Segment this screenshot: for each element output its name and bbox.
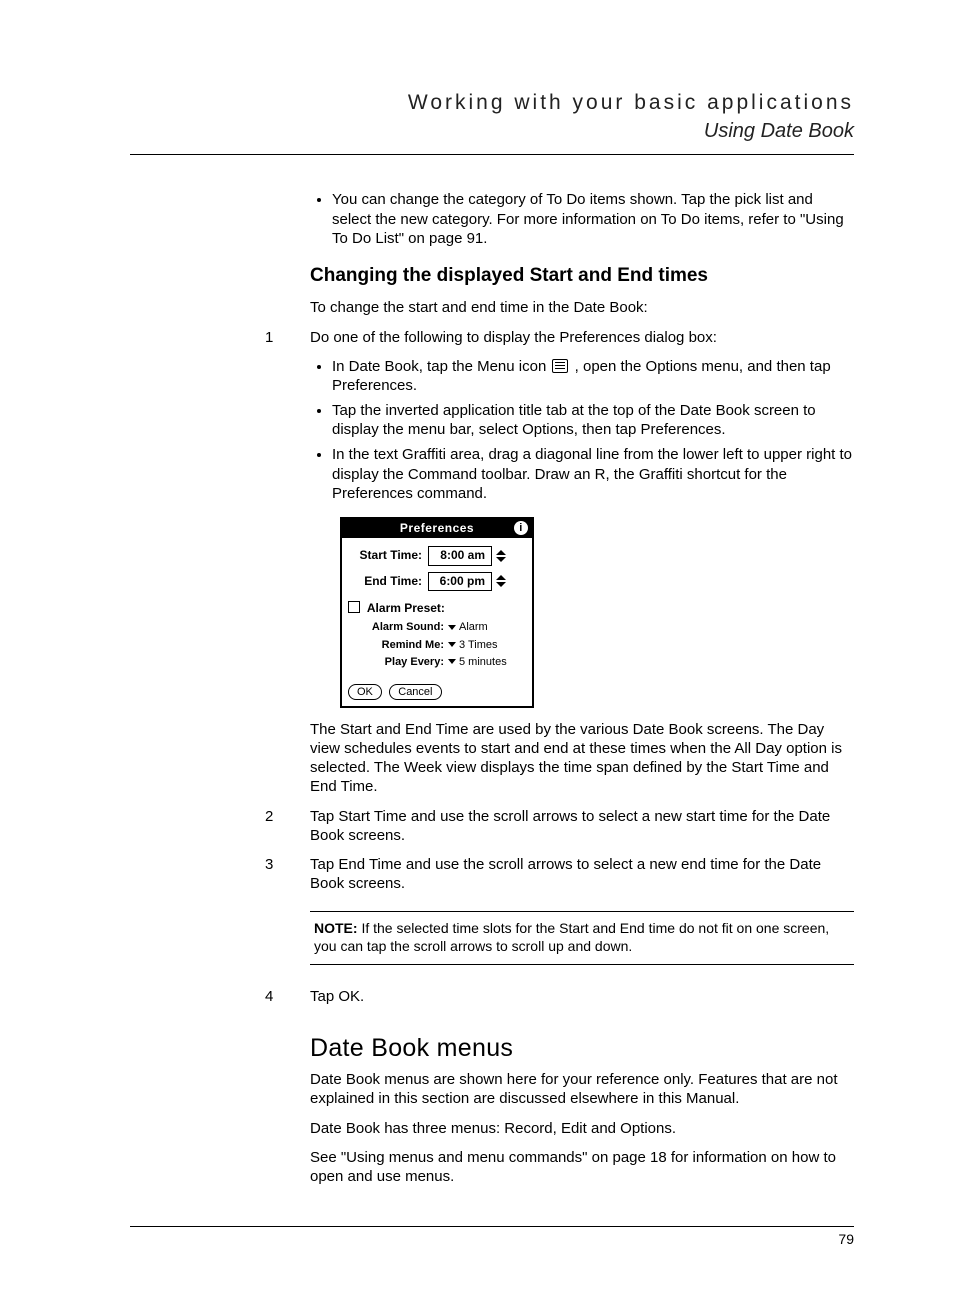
start-time-spinner[interactable]	[496, 550, 506, 562]
step-2: 2 Tap Start Time and use the scroll arro…	[310, 807, 854, 845]
step-1: 1 Do one of the following to display the…	[310, 328, 854, 347]
alarm-preset-checkbox[interactable]	[348, 601, 360, 613]
after-dialog-paragraph: The Start and End Time are used by the v…	[310, 720, 854, 797]
intro-bullet-list: You can change the category of To Do ite…	[310, 190, 854, 248]
alarm-sound-label: Alarm Sound:	[348, 620, 448, 634]
main-content: You can change the category of To Do ite…	[310, 190, 854, 1186]
remind-me-label: Remind Me:	[348, 638, 448, 652]
dialog-title: Preferences	[400, 521, 474, 535]
bullet-text-a: In Date Book, tap the Menu icon	[332, 358, 550, 375]
dropdown-icon[interactable]	[448, 642, 456, 647]
intro-bullet: You can change the category of To Do ite…	[332, 190, 854, 248]
footer-rule	[130, 1226, 854, 1227]
menus-para-2: Date Book has three menus: Record, Edit …	[310, 1119, 854, 1138]
step-text: Tap End Time and use the scroll arrows t…	[310, 856, 821, 892]
menu-icon	[552, 359, 568, 373]
note-text: If the selected time slots for the Start…	[314, 920, 829, 954]
step1-bullet-3: In the text Graffiti area, drag a diagon…	[332, 445, 854, 503]
play-every-label: Play Every:	[348, 655, 448, 669]
step-number: 4	[265, 987, 273, 1006]
page-number: 79	[130, 1231, 854, 1249]
dropdown-icon[interactable]	[448, 625, 456, 630]
header-subtitle: Using Date Book	[130, 119, 854, 145]
alarm-sound-value[interactable]: Alarm	[459, 620, 488, 634]
step1-bullets: In Date Book, tap the Menu icon , open t…	[310, 357, 854, 503]
info-icon[interactable]: i	[514, 521, 528, 535]
start-time-field[interactable]: 8:00 am	[428, 546, 492, 565]
cancel-button[interactable]: Cancel	[389, 684, 441, 700]
step-number: 1	[265, 328, 273, 347]
menus-para-1: Date Book menus are shown here for your …	[310, 1070, 854, 1108]
section-lead: To change the start and end time in the …	[310, 298, 854, 317]
header-rule	[130, 154, 854, 155]
step-text: Do one of the following to display the P…	[310, 329, 717, 346]
menus-para-3: See "Using menus and menu commands" on p…	[310, 1148, 854, 1186]
note-label: NOTE:	[314, 920, 358, 936]
section-heading-times: Changing the displayed Start and End tim…	[310, 264, 854, 288]
dialog-titlebar: Preferences i	[342, 519, 532, 538]
alarm-preset-label: Alarm Preset:	[367, 601, 445, 615]
step-3: 3 Tap End Time and use the scroll arrows…	[310, 855, 854, 893]
section-heading-menus: Date Book menus	[310, 1032, 854, 1064]
running-header: Working with your basic applications Usi…	[130, 90, 854, 144]
step1-bullet-2: Tap the inverted application title tab a…	[332, 401, 854, 439]
start-time-label: Start Time:	[348, 548, 428, 563]
chevron-down-icon[interactable]	[496, 582, 506, 587]
header-title: Working with your basic applications	[130, 90, 854, 117]
step-number: 3	[265, 855, 273, 874]
end-time-label: End Time:	[348, 574, 428, 589]
chevron-up-icon[interactable]	[496, 575, 506, 580]
step-text: Tap OK.	[310, 988, 364, 1005]
chevron-up-icon[interactable]	[496, 550, 506, 555]
play-every-value[interactable]: 5 minutes	[459, 655, 507, 669]
chevron-down-icon[interactable]	[496, 557, 506, 562]
step-number: 2	[265, 807, 273, 826]
remind-me-value[interactable]: 3 Times	[459, 638, 498, 652]
note-block: NOTE: If the selected time slots for the…	[310, 911, 854, 965]
ok-button[interactable]: OK	[348, 684, 382, 700]
end-time-field[interactable]: 6:00 pm	[428, 572, 492, 591]
step-4: 4 Tap OK.	[310, 987, 854, 1006]
step-text: Tap Start Time and use the scroll arrows…	[310, 808, 830, 844]
end-time-spinner[interactable]	[496, 575, 506, 587]
step1-bullet-1: In Date Book, tap the Menu icon , open t…	[332, 357, 854, 395]
dropdown-icon[interactable]	[448, 659, 456, 664]
preferences-dialog: Preferences i Start Time: 8:00 am End Ti…	[340, 517, 534, 708]
